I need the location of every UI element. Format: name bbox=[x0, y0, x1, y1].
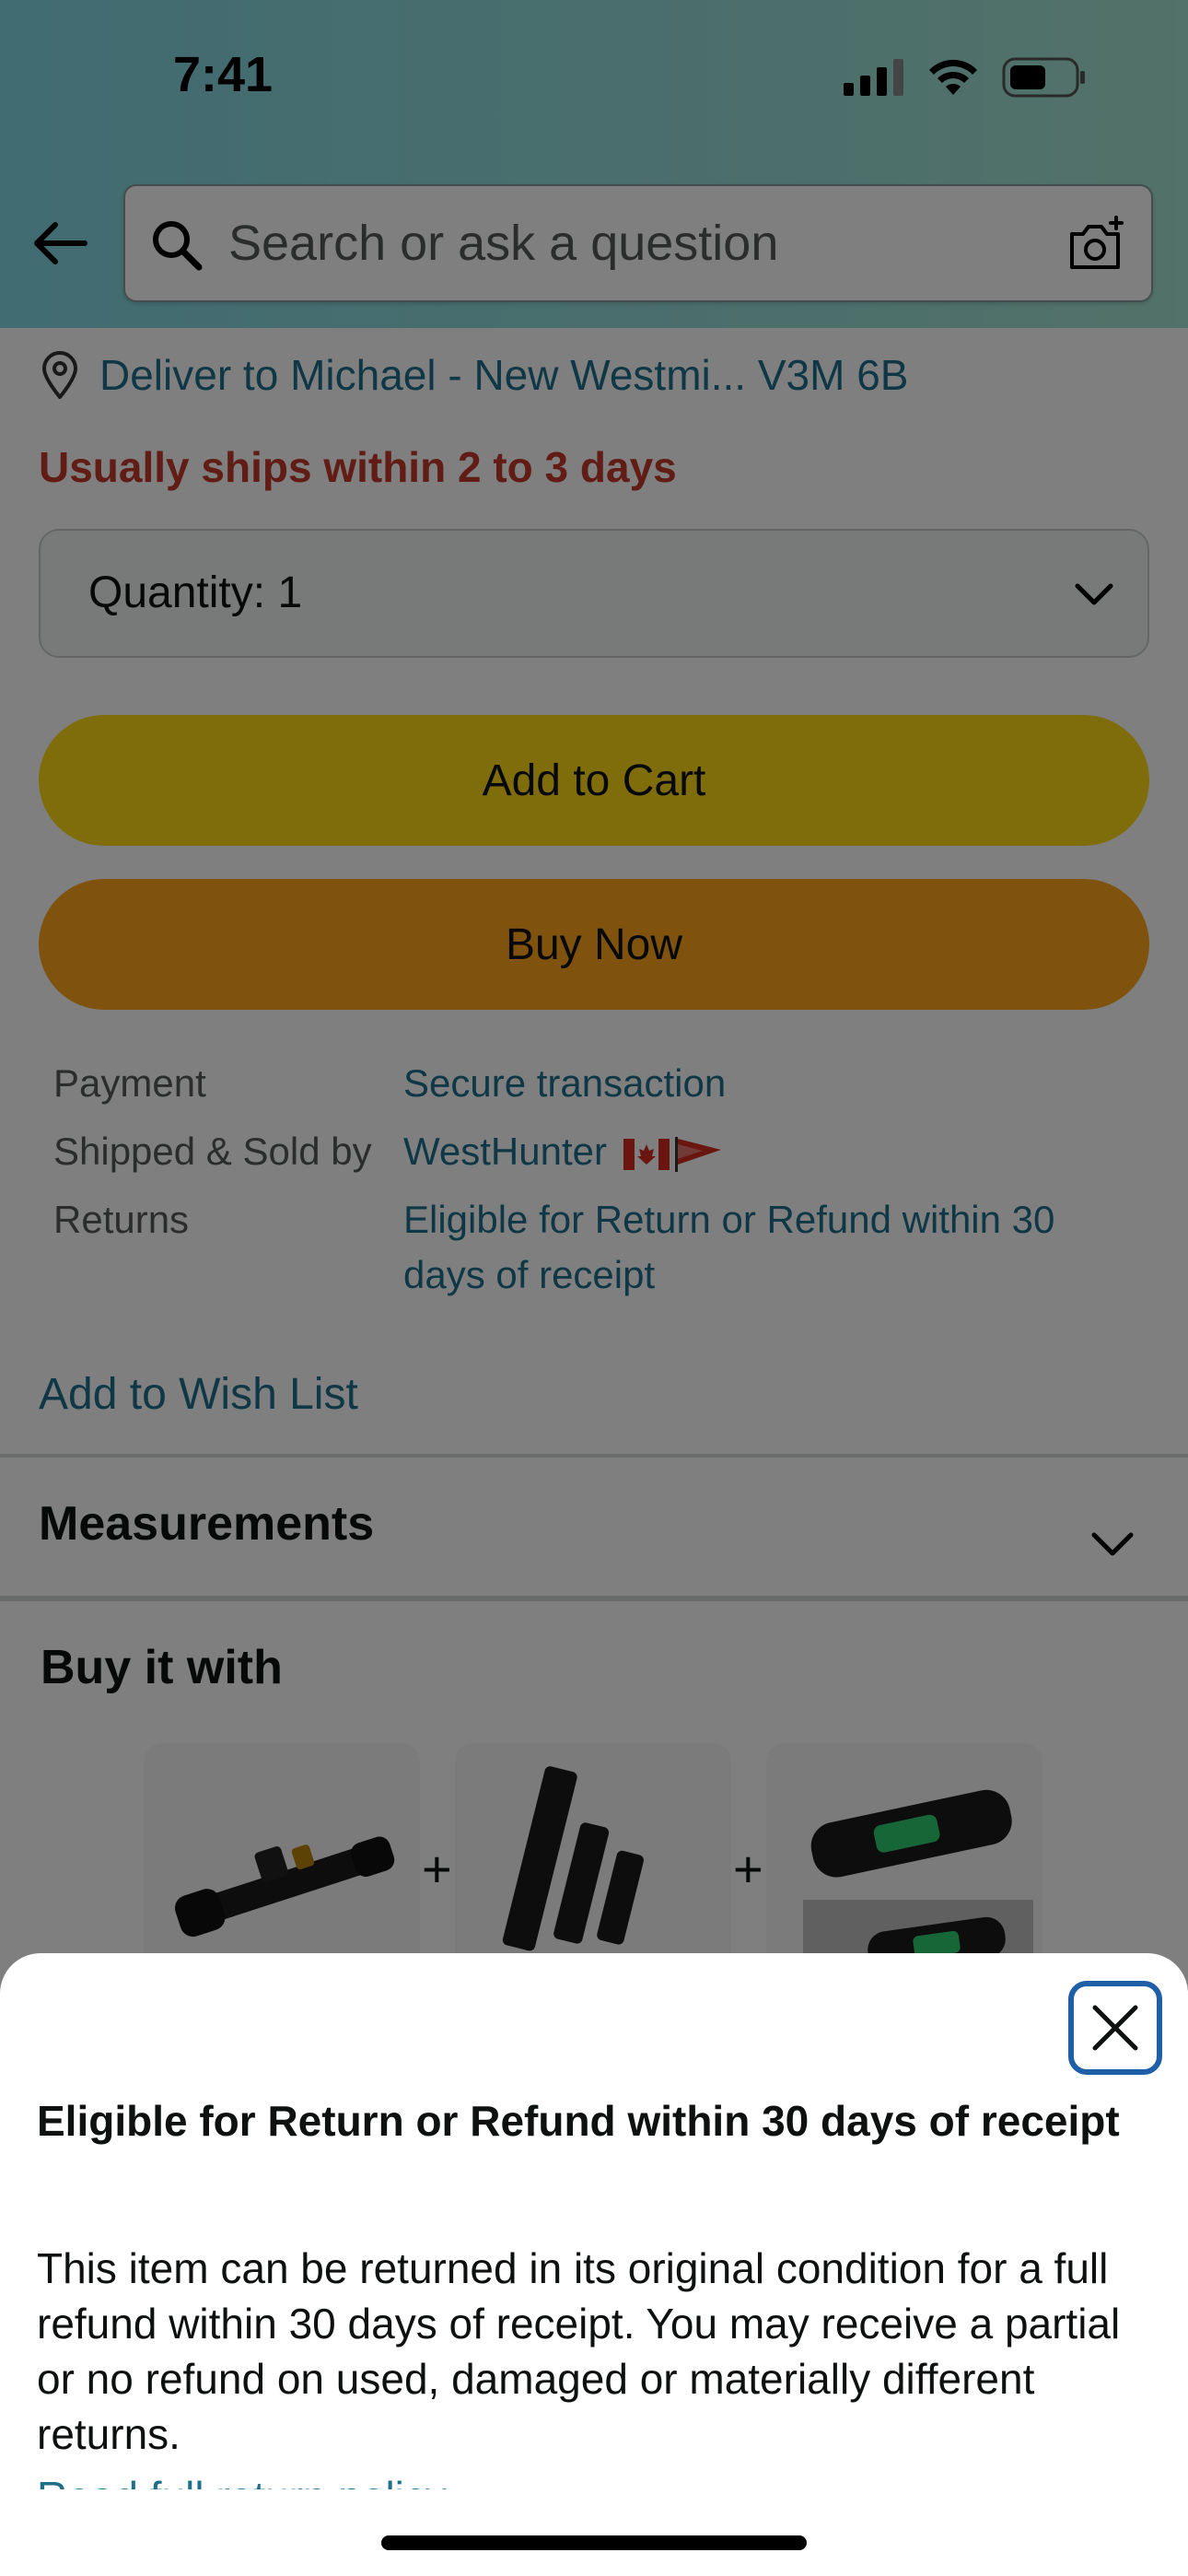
close-button[interactable] bbox=[1068, 1981, 1162, 2075]
close-icon bbox=[1092, 2005, 1138, 2051]
home-indicator bbox=[381, 2535, 807, 2550]
sheet-body: This item can be returned in its origina… bbox=[37, 2244, 1121, 2458]
sheet-title: Eligible for Return or Refund within 30 … bbox=[37, 2097, 1120, 2145]
read-full-policy-link[interactable]: Read full return policy bbox=[37, 2469, 447, 2489]
return-policy-sheet: Eligible for Return or Refund within 30 … bbox=[0, 1953, 1188, 2576]
